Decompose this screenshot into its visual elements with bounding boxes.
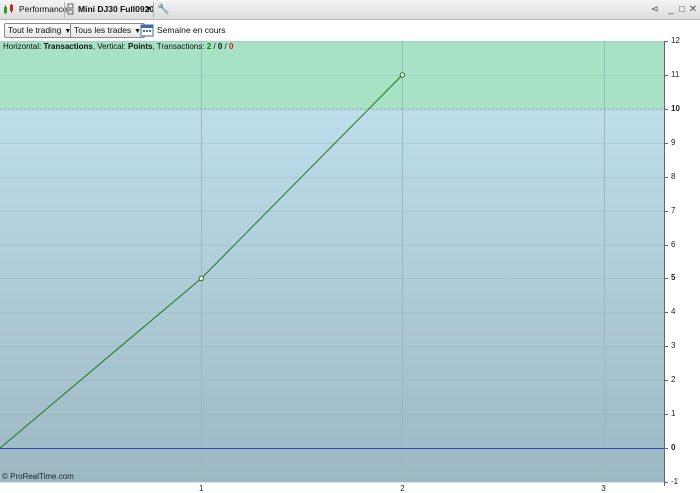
window-titlebar: Performance Mini DJ30 Full0920 ▼ 🔧 ⋖ _ □…: [0, 0, 700, 20]
trades-filter-dropdown[interactable]: Tous les trades ▼: [70, 23, 146, 38]
separator: /: [211, 42, 218, 51]
vertical-value: Points: [127, 42, 153, 51]
y-tick-label: 7: [671, 205, 676, 215]
trade-point: [399, 72, 406, 78]
copyright-text: © ProRealTime.com: [2, 472, 74, 481]
dropdown-label: Tous les trades: [74, 25, 132, 35]
x-tick-label: 1: [198, 484, 204, 493]
vertical-label: , Vertical:: [92, 42, 126, 51]
y-tick-label: 2: [671, 375, 676, 385]
y-tick-label: 0: [671, 443, 676, 453]
calendar-icon[interactable]: [140, 23, 154, 39]
y-tick-label: 3: [671, 341, 676, 351]
profit-zone: [0, 41, 664, 109]
horizontal-label: Horizontal:: [3, 42, 42, 51]
transactions-label: , Transactions:: [152, 42, 205, 51]
minimize-icon[interactable]: _: [666, 3, 676, 16]
period-label[interactable]: Semaine en cours: [157, 25, 226, 35]
y-tick-label: 12: [671, 36, 680, 45]
candlestick-icon: [3, 3, 15, 16]
dropdown-label: Tout le trading: [8, 25, 62, 35]
chart-info: Horizontal: Transactions, Vertical: Poin…: [3, 42, 233, 51]
link-icon[interactable]: [67, 3, 75, 16]
performance-chart: [0, 41, 668, 486]
instrument-selector[interactable]: Mini DJ30 Full0920: [78, 3, 154, 16]
maximize-icon[interactable]: □: [677, 3, 687, 16]
copyright: © ProRealTime.com: [2, 472, 74, 481]
x-tick-label: 3: [601, 484, 606, 493]
y-tick-label: 5: [671, 273, 676, 283]
separator: /: [222, 42, 229, 51]
y-tick-label: 8: [671, 171, 676, 181]
y-tick-label: 4: [671, 307, 676, 317]
y-tick-label: 1: [671, 409, 676, 419]
window-title: Performance: [19, 4, 68, 14]
chevron-down-icon[interactable]: ▼: [145, 3, 152, 16]
close-icon[interactable]: ✕: [688, 3, 698, 16]
y-tick-label: 11: [671, 69, 680, 79]
trade-point: [198, 275, 204, 282]
y-tick-label: 6: [671, 239, 676, 249]
x-tick-label: 2: [400, 484, 405, 493]
trading-filter-dropdown[interactable]: Tout le trading ▼: [4, 23, 76, 38]
y-tick-label: -1: [671, 477, 679, 486]
horizontal-value: Transactions: [43, 42, 93, 51]
wrench-icon[interactable]: 🔧: [157, 3, 169, 16]
filter-toolbar: Tout le trading ▼ Tous les trades ▼ Semain…: [0, 20, 700, 41]
y-tick-label: 10: [671, 103, 680, 113]
losing-count: 0: [228, 42, 234, 51]
y-tick-label: 9: [671, 137, 676, 147]
divider: [153, 2, 154, 17]
share-icon[interactable]: ⋖: [648, 3, 662, 16]
divider: [64, 2, 65, 17]
